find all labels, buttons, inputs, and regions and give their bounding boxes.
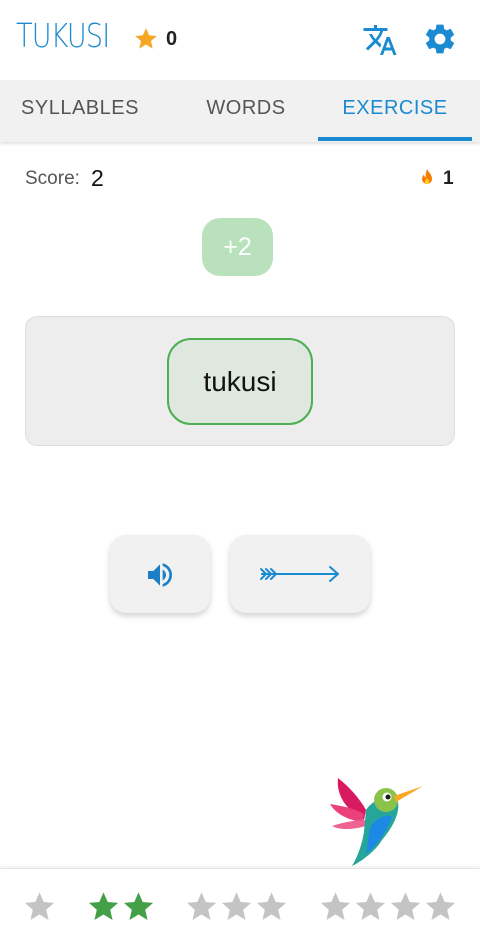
next-word-button[interactable] <box>230 535 370 613</box>
settings-button[interactable] <box>422 21 458 57</box>
hummingbird-mascot-icon <box>326 770 426 870</box>
star-icon <box>133 26 159 52</box>
streak-count: 1 <box>443 168 454 189</box>
star-empty-icon <box>24 892 55 920</box>
gear-icon <box>425 24 455 54</box>
star-empty-icon <box>355 892 386 920</box>
points-earned-badge: +2 <box>202 218 273 276</box>
arrow-right-icon <box>260 566 339 582</box>
score-value: 2 <box>91 165 104 191</box>
star-empty-icon <box>390 892 421 920</box>
star-count: 0 <box>166 28 178 50</box>
play-sound-button[interactable] <box>110 535 210 613</box>
tab-syllables[interactable]: SYLLABLES <box>0 80 160 142</box>
tab-exercise[interactable]: EXERCISE <box>318 80 472 142</box>
level-2-stars[interactable] <box>86 888 156 926</box>
level-1-stars[interactable] <box>22 888 57 926</box>
app-title: TUKUSI <box>16 16 110 55</box>
word-card[interactable]: tukusi <box>167 338 313 425</box>
fire-icon <box>418 168 436 188</box>
level-4-stars[interactable] <box>318 888 458 926</box>
tab-words[interactable]: WORDS <box>166 80 326 142</box>
level-3-stars[interactable] <box>184 888 289 926</box>
star-filled-icon <box>123 892 154 920</box>
translate-button[interactable] <box>362 22 398 58</box>
speaker-icon <box>148 563 172 587</box>
star-empty-icon <box>256 892 287 920</box>
translate-icon <box>363 25 397 55</box>
star-empty-icon <box>320 892 351 920</box>
star-filled-icon <box>88 892 119 920</box>
star-empty-icon <box>221 892 252 920</box>
star-empty-icon <box>425 892 456 920</box>
app-bar: TUKUSI 0 <box>0 0 480 80</box>
active-tab-indicator <box>318 137 472 141</box>
star-empty-icon <box>186 892 217 920</box>
tab-bar: SYLLABLES WORDS EXERCISE <box>0 80 480 142</box>
score-label: Score: <box>25 168 80 189</box>
